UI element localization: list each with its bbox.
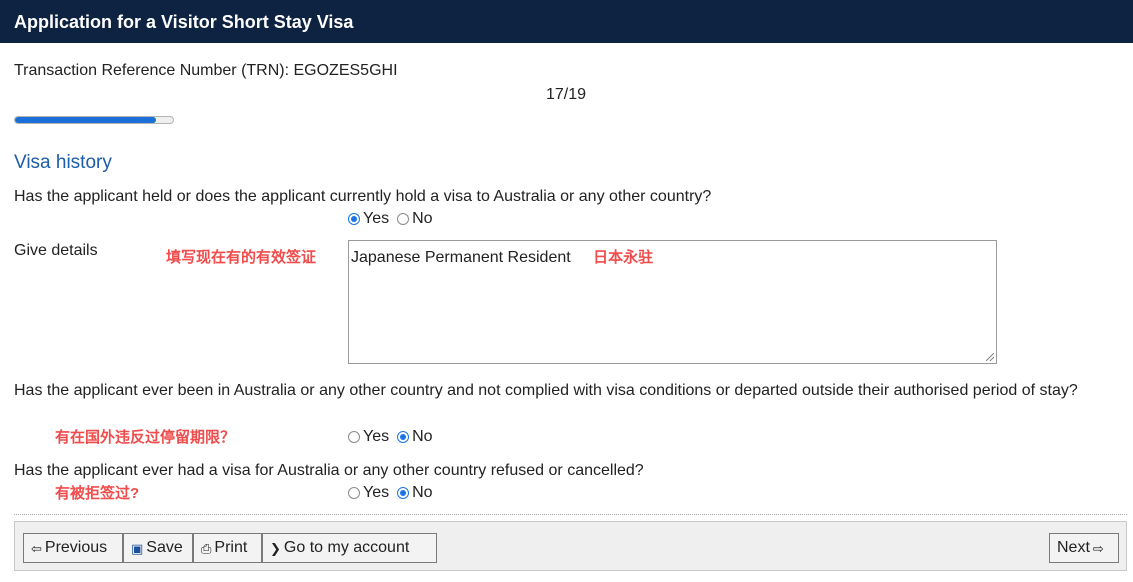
chevron-right-icon: ❯ <box>270 540 281 556</box>
next-button[interactable]: Next ⇨ <box>1049 533 1119 563</box>
account-label: Go to my account <box>283 539 410 556</box>
radio-group-not-complied: Yes No <box>348 428 441 446</box>
details-textarea[interactable]: Japanese Permanent Resident 日本永驻 <box>348 240 997 364</box>
annotation-overstay: 有在国外违反过停留期限？ <box>55 429 236 446</box>
arrow-left-icon: ⇦ <box>31 540 42 556</box>
radio-not-complied-no[interactable] <box>397 431 410 443</box>
question-not-complied: Has the applicant ever been in Australia… <box>14 382 1078 399</box>
save-label: Save <box>146 539 183 556</box>
printer-icon: ⎙ <box>201 540 212 556</box>
arrow-right-icon: ⇨ <box>1092 540 1104 556</box>
print-label: Print <box>214 539 248 556</box>
radio-group-held-visa: Yes No <box>348 210 441 228</box>
radio-refused-no[interactable] <box>397 487 410 499</box>
print-button[interactable]: ⎙ Print <box>193 533 262 563</box>
save-button[interactable]: ▣ Save <box>123 533 193 563</box>
radio-label-yes: Yes <box>363 428 390 445</box>
radio-label-no: No <box>412 484 433 501</box>
radio-refused-yes[interactable] <box>348 487 360 499</box>
radio-held-visa-no[interactable] <box>397 213 410 225</box>
floppy-disk-icon: ▣ <box>131 540 144 556</box>
page-counter: 17/19 <box>546 86 587 103</box>
previous-button[interactable]: ⇦ Previous <box>23 533 123 563</box>
radio-group-refused: Yes No <box>348 484 441 502</box>
radio-held-visa-yes[interactable] <box>348 213 360 225</box>
progress-bar <box>14 116 174 124</box>
page-title: Application for a Visitor Short Stay Vis… <box>14 12 354 32</box>
page-header: Application for a Visitor Short Stay Vis… <box>0 0 1133 43</box>
divider <box>14 514 1127 515</box>
question-held-visa: Has the applicant held or does the appli… <box>14 188 712 205</box>
trn-label: Transaction Reference Number (TRN): EGOZ… <box>14 62 398 79</box>
radio-not-complied-yes[interactable] <box>348 431 360 443</box>
radio-label-no: No <box>412 210 433 227</box>
progress-bar-fill <box>15 117 157 123</box>
radio-label-yes: Yes <box>363 484 390 501</box>
resize-handle-icon[interactable] <box>986 353 994 361</box>
give-details-label: Give details <box>14 242 98 259</box>
previous-label: Previous <box>44 539 108 556</box>
next-label: Next <box>1057 539 1090 556</box>
radio-label-no: No <box>412 428 433 445</box>
annotation-current-visa: 填写现在有的有效签证 <box>166 249 317 266</box>
section-title: Visa history <box>14 152 112 173</box>
footer-toolbar: ⇦ Previous ▣ Save ⎙ Print ❯ Go to my acc… <box>14 521 1127 571</box>
annotation-refused: 有被拒签过? <box>55 485 140 502</box>
annotation-value: 日本永驻 <box>593 249 654 266</box>
question-refused: Has the applicant ever had a visa for Au… <box>14 462 644 479</box>
go-to-account-button[interactable]: ❯ Go to my account <box>262 533 437 563</box>
radio-label-yes: Yes <box>363 210 390 227</box>
details-value: Japanese Permanent Resident <box>351 249 571 266</box>
